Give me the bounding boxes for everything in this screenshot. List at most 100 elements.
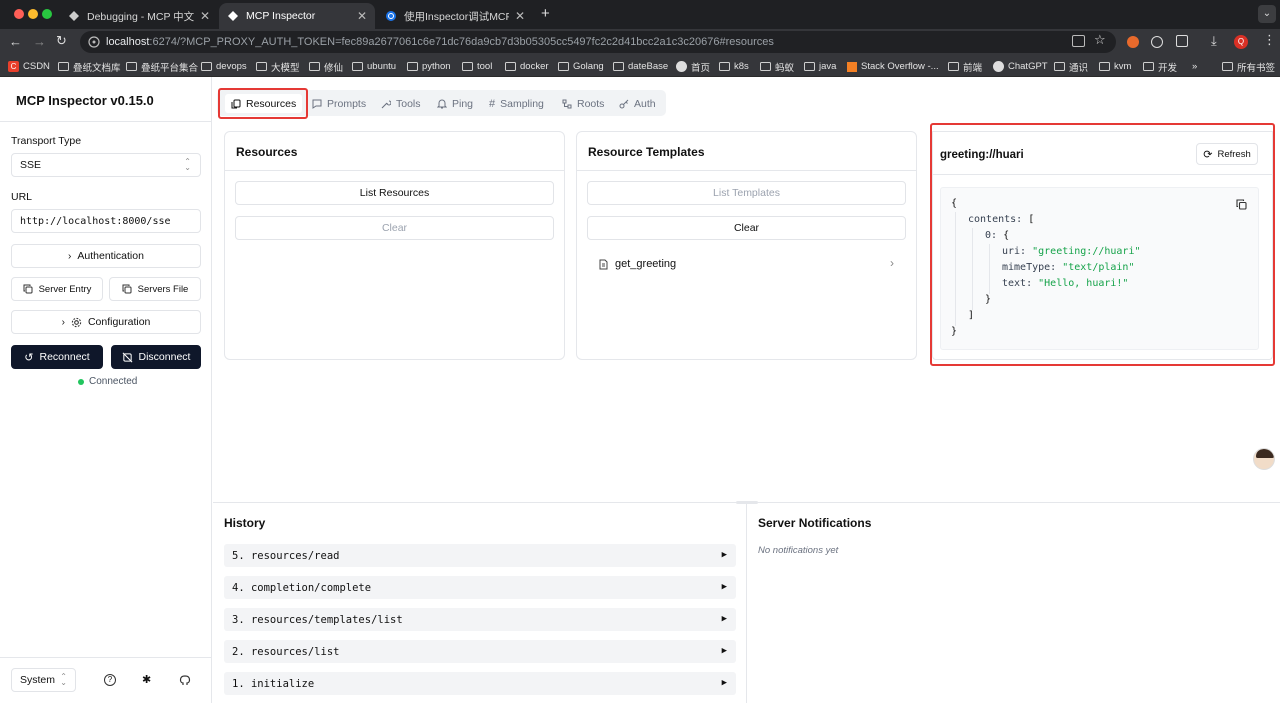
bookmark-folder[interactable]: 前端 [948,59,982,74]
bookmark-folder[interactable]: 叠纸平台集合 [126,59,198,74]
divider [577,170,916,171]
browser-tab-mcp-inspector[interactable]: MCP Inspector ✕ [219,3,375,29]
bookmark-folder[interactable]: 开发 [1143,59,1177,74]
all-bookmarks-folder[interactable]: 所有书签 [1222,59,1275,74]
close-tab-icon[interactable]: ✕ [515,9,525,23]
bookmark-csdn[interactable]: C CSDN [8,59,50,74]
bookmark-folder[interactable]: 大模型 [256,59,300,74]
disconnect-button[interactable]: Disconnect [111,345,201,369]
divider [746,503,747,703]
bookmark-label: 首页 [691,62,711,74]
list-templates-button[interactable]: List Templates [587,181,906,205]
transport-type-select[interactable]: SSE ⌃ ⌄ [11,153,201,177]
new-tab-button[interactable]: + [541,5,550,22]
refresh-button[interactable]: ⟳ Refresh [1196,143,1258,165]
extension-headphones-icon[interactable] [1151,36,1163,48]
tab-label: Ping [452,97,474,110]
profile-avatar-icon[interactable]: Q [1234,35,1248,49]
tab-ping[interactable]: Ping [437,94,473,113]
history-item[interactable]: 4. completion/complete ▶ [224,576,736,599]
server-entry-button[interactable]: Server Entry [11,277,103,301]
tab-sampling[interactable]: # Sampling [489,94,544,113]
servers-file-button[interactable]: Servers File [109,277,201,301]
authentication-button[interactable]: › Authentication [11,244,201,268]
close-tab-icon[interactable]: ✕ [200,9,210,23]
bookmark-folder[interactable]: python [407,59,451,74]
select-chevrons-icon: ⌃ ⌄ [60,672,67,687]
bug-icon[interactable]: ✱ [142,673,151,686]
theme-value: System [20,674,56,686]
json-viewer: { contents: [ 0: { uri: "greeting://huar… [940,187,1259,350]
copy-icon[interactable] [1236,199,1247,210]
close-tab-icon[interactable]: ✕ [357,9,367,23]
highlight-box [218,88,308,119]
bookmark-folder[interactable]: 修仙 [309,59,343,74]
help-icon[interactable]: ? [104,674,116,686]
url-host: localhost [106,36,150,48]
tab-auth[interactable]: Auth [619,94,656,113]
bookmark-folder[interactable]: k8s [719,59,749,74]
history-item[interactable]: 1. initialize ▶ [224,672,736,695]
bookmark-folder[interactable]: dateBase [613,59,668,74]
bookmark-folder[interactable]: kvm [1099,59,1131,74]
url-path: :6274/?MCP_PROXY_AUTH_TOKEN=fec89a267706… [149,36,774,48]
template-item-get-greeting[interactable]: get_greeting › [587,252,906,276]
site-info-icon[interactable] [88,36,100,48]
tab-tools[interactable]: Tools [381,94,421,113]
url-label: URL [11,191,33,203]
browser-tab-debugging[interactable]: Debugging - MCP 中文文档 ✕ [60,3,218,29]
forward-arrow-icon[interactable]: → [33,34,46,49]
bookmark-folder[interactable]: 蚂蚁 [760,59,794,74]
bookmark-label: 叠纸平台集合 [141,62,199,74]
sidebar: MCP Inspector v0.15.0 Transport Type SSE… [0,77,212,703]
history-title: History [224,516,266,530]
browser-tab-inspector-article[interactable]: 使用Inspector调试MCP服务 - ✕ [377,3,533,29]
clear-resources-button[interactable]: Clear [235,216,554,240]
bookmark-folder[interactable]: docker [505,59,549,74]
bookmark-folder[interactable]: java [804,59,836,74]
tab-search-chevron-icon[interactable]: ⌄ [1258,5,1276,23]
bookmark-folder[interactable]: 叠纸文档库 [58,59,121,74]
history-item[interactable]: 3. resources/templates/list ▶ [224,608,736,631]
clear-templates-button[interactable]: Clear [587,216,906,240]
bookmark-label: 蚂蚁 [775,62,795,74]
reload-icon[interactable]: ↻ [56,33,67,49]
bookmark-chatgpt[interactable]: ChatGPT [993,59,1048,74]
list-resources-button[interactable]: List Resources [235,181,554,205]
bookmark-folder[interactable]: 通识 [1054,59,1088,74]
resize-handle[interactable] [736,501,758,504]
history-item[interactable]: 5. resources/read ▶ [224,544,736,567]
message-square-icon [312,99,322,109]
extension-orange-icon[interactable] [1127,36,1139,48]
theme-select[interactable]: System ⌃ ⌄ [11,668,76,692]
bookmark-star-icon[interactable]: ☆ [1094,32,1106,48]
url-omnibox[interactable]: localhost:6274/?MCP_PROXY_AUTH_TOKEN=fec… [80,31,1116,53]
bookmark-homepage[interactable]: 首页 [676,59,710,74]
browser-menu-icon[interactable]: ⋮ [1263,32,1276,48]
github-icon[interactable] [179,674,191,686]
configuration-button[interactable]: › Configuration [11,310,201,334]
bookmark-folder[interactable]: Golang [558,59,604,74]
reconnect-button[interactable]: ↺ Reconnect [11,345,103,369]
tab-prompts[interactable]: Prompts [312,94,366,113]
window-minimize-button[interactable] [28,9,38,19]
translate-icon[interactable] [1072,35,1085,47]
history-item[interactable]: 2. resources/list ▶ [224,640,736,663]
download-icon[interactable]: ⤓ [1211,33,1217,49]
bookmark-label: CSDN [23,61,50,72]
extensions-puzzle-icon[interactable] [1176,35,1188,47]
expand-arrow-icon: ▶ [721,646,727,656]
window-zoom-button[interactable] [42,9,52,19]
json-bracket: [ [1028,214,1035,225]
bookmark-stackoverflow[interactable]: Stack Overflow -... [847,59,939,74]
back-arrow-icon[interactable]: ← [9,34,22,49]
bookmark-folder[interactable]: tool [462,59,492,74]
window-close-button[interactable] [14,9,24,19]
bookmark-folder[interactable]: devops [201,59,247,74]
bookmark-folder[interactable]: ubuntu [352,59,396,74]
url-input[interactable]: http://localhost:8000/sse [11,209,201,233]
tab-roots[interactable]: Roots [562,94,604,113]
select-chevrons-icon: ⌃ ⌄ [184,157,191,172]
assistant-avatar[interactable] [1253,448,1275,470]
bookmarks-overflow-button[interactable]: » [1192,59,1197,74]
